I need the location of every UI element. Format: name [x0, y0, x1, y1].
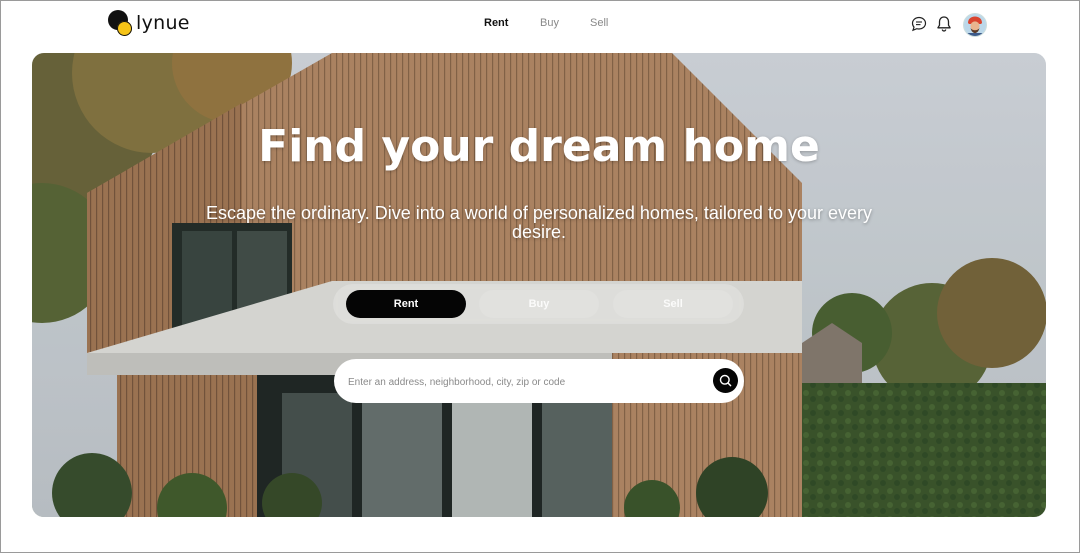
- logo-mark-icon: [106, 9, 134, 37]
- tab-rent[interactable]: Rent: [346, 290, 466, 318]
- tab-sell[interactable]: Sell: [613, 290, 733, 318]
- header-actions: [911, 13, 991, 37]
- hero-subtitle: Escape the ordinary. Dive into a world o…: [205, 203, 872, 242]
- search-bar: [334, 359, 744, 403]
- nav-buy[interactable]: Buy: [540, 17, 559, 29]
- search-icon: [719, 374, 732, 387]
- hero-title: Find your dream home: [258, 121, 820, 172]
- user-avatar[interactable]: [963, 13, 987, 37]
- logo-text: lynue: [136, 12, 190, 34]
- bell-icon[interactable]: [936, 15, 956, 37]
- chat-icon[interactable]: [911, 16, 931, 38]
- tab-buy[interactable]: Buy: [479, 290, 599, 318]
- nav-rent[interactable]: Rent: [484, 17, 508, 29]
- logo[interactable]: lynue: [106, 9, 190, 37]
- search-input[interactable]: [346, 371, 710, 393]
- search-button[interactable]: [713, 368, 738, 393]
- hero-banner: Find your dream home Escape the ordinary…: [32, 53, 1046, 517]
- listing-type-tabs: Rent Buy Sell: [333, 284, 744, 324]
- top-header: lynue Rent Buy Sell: [0, 0, 1080, 50]
- nav-sell[interactable]: Sell: [590, 17, 608, 29]
